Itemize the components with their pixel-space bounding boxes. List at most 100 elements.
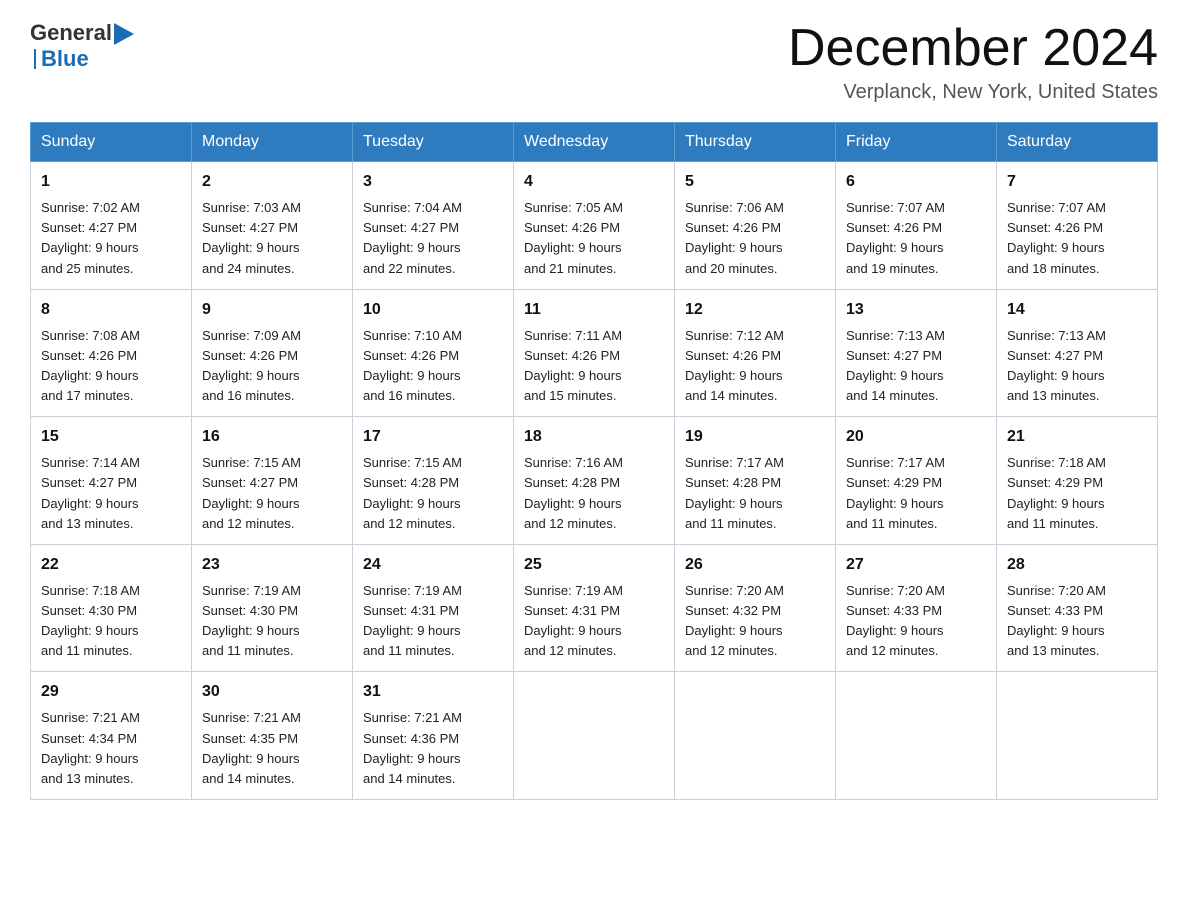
logo-divider [34,49,36,69]
calendar-day-cell: 28Sunrise: 7:20 AMSunset: 4:33 PMDayligh… [997,544,1158,672]
calendar-day-cell: 17 Sunrise: 7:15 AMSunset: 4:28 PMDayligh… [353,417,514,545]
calendar-day-cell: 16Sunrise: 7:15 AMSunset: 4:27 PMDayligh… [192,417,353,545]
day-info: Sunrise: 7:18 AMSunset: 4:29 PMDaylight:… [1007,453,1147,534]
day-info: Sunrise: 7:20 AMSunset: 4:33 PMDaylight:… [846,581,986,662]
calendar-day-header: Friday [836,123,997,162]
day-number: 19 [685,425,825,449]
day-number: 16 [202,425,342,449]
calendar-day-cell: 30 Sunrise: 7:21 AMSunset: 4:35 PMDayligh… [192,672,353,800]
calendar-day-cell: 27 Sunrise: 7:20 AMSunset: 4:33 PMDayligh… [836,544,997,672]
calendar-day-cell: 4 Sunrise: 7:05 AMSunset: 4:26 PMDaylight… [514,162,675,290]
day-info: Sunrise: 7:15 AMSunset: 4:28 PMDaylight:… [363,453,503,534]
day-info: Sunrise: 7:10 AMSunset: 4:26 PMDaylight:… [363,326,503,407]
day-info: Sunrise: 7:08 AMSunset: 4:26 PMDaylight:… [41,326,181,407]
calendar-day-cell: 1 Sunrise: 7:02 AMSunset: 4:27 PMDaylight… [31,162,192,290]
day-number: 20 [846,425,986,449]
day-info: Sunrise: 7:02 AMSunset: 4:27 PMDaylight:… [41,198,181,279]
day-number: 5 [685,170,825,194]
calendar-day-header: Sunday [31,123,192,162]
calendar-table: SundayMondayTuesdayWednesdayThursdayFrid… [30,122,1158,800]
day-info: Sunrise: 7:21 AMSunset: 4:36 PMDaylight:… [363,708,503,789]
calendar-day-cell: 20 Sunrise: 7:17 AMSunset: 4:29 PMDayligh… [836,417,997,545]
day-info: Sunrise: 7:18 AMSunset: 4:30 PMDaylight:… [41,581,181,662]
calendar-day-cell: 8 Sunrise: 7:08 AMSunset: 4:26 PMDaylight… [31,289,192,417]
calendar-day-header: Thursday [675,123,836,162]
calendar-day-cell: 14Sunrise: 7:13 AMSunset: 4:27 PMDayligh… [997,289,1158,417]
day-info: Sunrise: 7:19 AMSunset: 4:31 PMDaylight:… [524,581,664,662]
calendar-day-header: Saturday [997,123,1158,162]
day-number: 11 [524,298,664,322]
calendar-header-row: SundayMondayTuesdayWednesdayThursdayFrid… [31,123,1158,162]
month-title: December 2024 [788,20,1158,77]
day-number: 17 [363,425,503,449]
day-number: 9 [202,298,342,322]
calendar-week-row: 22 Sunrise: 7:18 AMSunset: 4:30 PMDayligh… [31,544,1158,672]
day-number: 31 [363,680,503,704]
day-number: 1 [41,170,181,194]
day-number: 26 [685,553,825,577]
day-info: Sunrise: 7:07 AMSunset: 4:26 PMDaylight:… [1007,198,1147,279]
day-number: 2 [202,170,342,194]
day-number: 8 [41,298,181,322]
calendar-week-row: 1 Sunrise: 7:02 AMSunset: 4:27 PMDaylight… [31,162,1158,290]
calendar-day-cell: 9 Sunrise: 7:09 AMSunset: 4:26 PMDaylight… [192,289,353,417]
day-number: 3 [363,170,503,194]
calendar-day-cell: 18Sunrise: 7:16 AMSunset: 4:28 PMDayligh… [514,417,675,545]
location-title: Verplanck, New York, United States [788,81,1158,104]
calendar-day-cell: 29Sunrise: 7:21 AMSunset: 4:34 PMDayligh… [31,672,192,800]
day-number: 12 [685,298,825,322]
logo-general-text: General [30,20,112,46]
calendar-day-header: Monday [192,123,353,162]
day-number: 25 [524,553,664,577]
day-number: 4 [524,170,664,194]
day-number: 27 [846,553,986,577]
calendar-day-cell: 23Sunrise: 7:19 AMSunset: 4:30 PMDayligh… [192,544,353,672]
day-info: Sunrise: 7:07 AMSunset: 4:26 PMDaylight:… [846,198,986,279]
calendar-day-cell: 6 Sunrise: 7:07 AMSunset: 4:26 PMDaylight… [836,162,997,290]
day-info: Sunrise: 7:06 AMSunset: 4:26 PMDaylight:… [685,198,825,279]
day-info: Sunrise: 7:19 AMSunset: 4:31 PMDaylight:… [363,581,503,662]
day-number: 28 [1007,553,1147,577]
day-info: Sunrise: 7:21 AMSunset: 4:35 PMDaylight:… [202,708,342,789]
logo-arrow-icon [114,23,134,45]
calendar-day-cell: 19 Sunrise: 7:17 AMSunset: 4:28 PMDayligh… [675,417,836,545]
calendar-day-cell: 26 Sunrise: 7:20 AMSunset: 4:32 PMDayligh… [675,544,836,672]
day-info: Sunrise: 7:11 AMSunset: 4:26 PMDaylight:… [524,326,664,407]
calendar-day-header: Wednesday [514,123,675,162]
calendar-day-cell: 11 Sunrise: 7:11 AMSunset: 4:26 PMDayligh… [514,289,675,417]
calendar-day-cell: 24 Sunrise: 7:19 AMSunset: 4:31 PMDayligh… [353,544,514,672]
day-info: Sunrise: 7:09 AMSunset: 4:26 PMDaylight:… [202,326,342,407]
calendar-day-cell [836,672,997,800]
day-number: 13 [846,298,986,322]
day-number: 6 [846,170,986,194]
calendar-day-cell [514,672,675,800]
day-info: Sunrise: 7:13 AMSunset: 4:27 PMDaylight:… [846,326,986,407]
day-number: 7 [1007,170,1147,194]
day-number: 10 [363,298,503,322]
calendar-day-cell: 25 Sunrise: 7:19 AMSunset: 4:31 PMDayligh… [514,544,675,672]
calendar-week-row: 15Sunrise: 7:14 AMSunset: 4:27 PMDayligh… [31,417,1158,545]
day-number: 15 [41,425,181,449]
day-info: Sunrise: 7:03 AMSunset: 4:27 PMDaylight:… [202,198,342,279]
day-info: Sunrise: 7:21 AMSunset: 4:34 PMDaylight:… [41,708,181,789]
day-number: 30 [202,680,342,704]
day-number: 24 [363,553,503,577]
day-number: 23 [202,553,342,577]
day-info: Sunrise: 7:13 AMSunset: 4:27 PMDaylight:… [1007,326,1147,407]
calendar-week-row: 29Sunrise: 7:21 AMSunset: 4:34 PMDayligh… [31,672,1158,800]
calendar-day-cell: 22 Sunrise: 7:18 AMSunset: 4:30 PMDayligh… [31,544,192,672]
day-info: Sunrise: 7:20 AMSunset: 4:32 PMDaylight:… [685,581,825,662]
calendar-day-cell: 3 Sunrise: 7:04 AMSunset: 4:27 PMDaylight… [353,162,514,290]
day-number: 22 [41,553,181,577]
calendar-day-cell: 2 Sunrise: 7:03 AMSunset: 4:27 PMDaylight… [192,162,353,290]
calendar-day-cell: 10 Sunrise: 7:10 AMSunset: 4:26 PMDayligh… [353,289,514,417]
day-info: Sunrise: 7:04 AMSunset: 4:27 PMDaylight:… [363,198,503,279]
day-info: Sunrise: 7:16 AMSunset: 4:28 PMDaylight:… [524,453,664,534]
calendar-day-cell [997,672,1158,800]
day-number: 21 [1007,425,1147,449]
logo: General Blue [30,20,134,72]
day-info: Sunrise: 7:17 AMSunset: 4:28 PMDaylight:… [685,453,825,534]
title-block: December 2024 Verplanck, New York, Unite… [788,20,1158,104]
day-info: Sunrise: 7:17 AMSunset: 4:29 PMDaylight:… [846,453,986,534]
day-info: Sunrise: 7:05 AMSunset: 4:26 PMDaylight:… [524,198,664,279]
